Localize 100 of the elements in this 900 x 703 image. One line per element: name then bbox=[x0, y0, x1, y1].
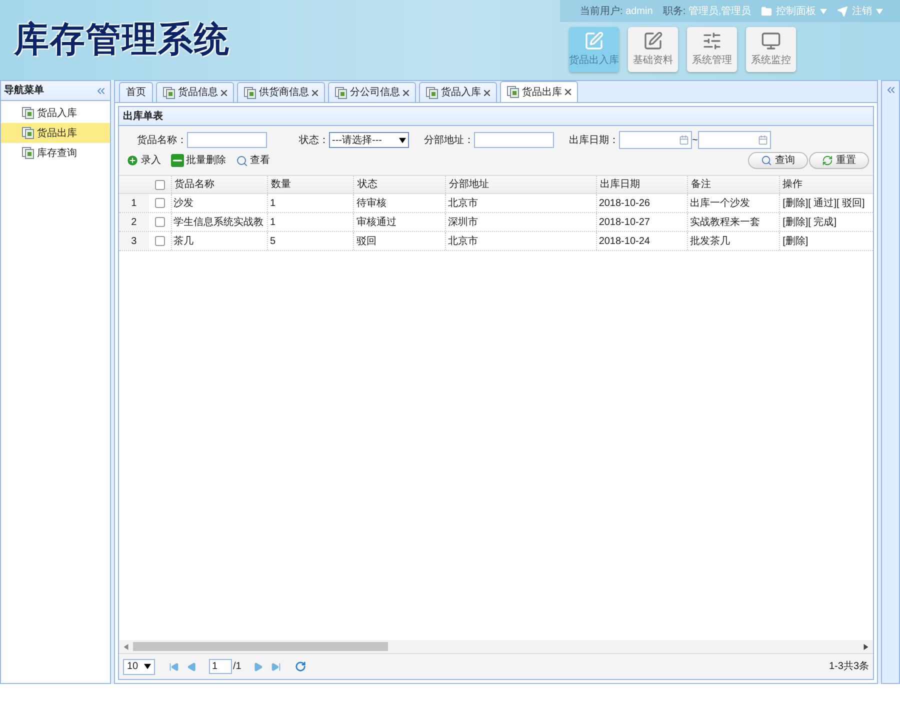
tab[interactable]: 货品入库 bbox=[419, 82, 497, 102]
close-icon[interactable] bbox=[403, 90, 409, 96]
action-link[interactable]: [删除] bbox=[782, 196, 808, 210]
left-arrow-icon bbox=[123, 644, 129, 650]
nav-button[interactable]: 基础资料 bbox=[628, 27, 678, 72]
table-cell-text: 待审核 bbox=[356, 196, 386, 210]
tab[interactable]: 分公司信息 bbox=[328, 82, 416, 102]
send-icon bbox=[837, 6, 848, 16]
checkbox[interactable] bbox=[154, 236, 165, 246]
right-arrow-icon bbox=[863, 644, 869, 650]
column-header[interactable]: 备注 bbox=[691, 177, 712, 192]
table-cell-text: 2018-10-27 bbox=[598, 216, 650, 230]
name-field[interactable] bbox=[187, 132, 267, 148]
close-icon[interactable] bbox=[484, 90, 490, 96]
status-select[interactable]: ---请选择--- bbox=[329, 132, 409, 148]
nav-button[interactable]: 系统管理 bbox=[687, 27, 737, 72]
page-count: /1 bbox=[233, 660, 242, 674]
checkbox[interactable] bbox=[154, 217, 165, 227]
table-cell-text: 学生信息系统实战教 bbox=[174, 216, 264, 230]
table-cell-text: 出库一个沙发 bbox=[690, 196, 750, 210]
document-icon bbox=[426, 86, 438, 98]
search-icon bbox=[761, 155, 772, 166]
horizontal-scrollbar[interactable] bbox=[119, 640, 873, 653]
table-cell-text: 1 bbox=[270, 196, 276, 210]
column-header[interactable]: 操作 bbox=[782, 177, 803, 192]
previous-page-icon[interactable] bbox=[187, 662, 197, 672]
table-cell-text: 批发茶几 bbox=[690, 234, 730, 248]
minus-icon bbox=[171, 154, 184, 167]
action-link[interactable]: [ 驳回] bbox=[836, 196, 865, 210]
role-text: 职务: 管理员,管理员 bbox=[662, 4, 752, 18]
page-size-select[interactable]: 10 bbox=[123, 658, 155, 674]
document-icon bbox=[335, 86, 347, 98]
field-label: 分部地址： bbox=[424, 134, 474, 148]
date-field[interactable] bbox=[619, 131, 692, 149]
document-icon bbox=[244, 86, 256, 98]
action-link[interactable]: [ 通过] bbox=[808, 196, 836, 210]
column-header[interactable]: 货品名称 bbox=[174, 177, 215, 192]
edit-icon bbox=[643, 31, 663, 51]
table-cell-text: 北京市 bbox=[448, 196, 478, 210]
sidebar-item[interactable]: 货品入库 bbox=[1, 103, 110, 123]
toolbar-button[interactable]: 查看 bbox=[236, 153, 270, 168]
current-user-text: 当前用户: admin bbox=[580, 4, 653, 18]
document-icon bbox=[163, 86, 175, 98]
last-page-icon[interactable] bbox=[271, 662, 282, 672]
calendar-icon bbox=[679, 135, 689, 145]
table-cell-text: 深圳市 bbox=[448, 216, 478, 230]
reset-button[interactable]: 重置 bbox=[809, 152, 869, 169]
table-cell-text: 驳回 bbox=[356, 234, 376, 248]
close-icon[interactable] bbox=[312, 90, 318, 96]
query-button[interactable]: 查询 bbox=[748, 152, 808, 169]
address-field[interactable] bbox=[474, 132, 554, 148]
search-icon bbox=[236, 154, 248, 166]
tab[interactable]: 货品信息 bbox=[156, 82, 234, 102]
field-label: 出库日期： bbox=[569, 134, 619, 148]
action-link[interactable]: [ 完成] bbox=[808, 214, 836, 230]
toolbar-button[interactable]: 批量删除 bbox=[171, 153, 226, 168]
caret-icon bbox=[144, 663, 151, 670]
column-header[interactable]: 数量 bbox=[271, 177, 291, 192]
field-label: 货品名称： bbox=[137, 134, 187, 148]
sidebar-item[interactable]: 库存查询 bbox=[1, 143, 110, 163]
nav-button[interactable]: 系统监控 bbox=[746, 27, 796, 72]
action-link[interactable]: [删除] bbox=[782, 214, 808, 230]
add-icon bbox=[126, 154, 139, 167]
table-cell-text: 2018-10-24 bbox=[598, 234, 650, 248]
toolbar-button[interactable]: 录入 bbox=[126, 153, 161, 168]
sliders-icon bbox=[702, 31, 722, 51]
caret-icon bbox=[399, 136, 406, 144]
app-title: 库存管理系统 bbox=[14, 18, 230, 61]
tab[interactable]: 货品出库 bbox=[500, 81, 578, 102]
document-icon bbox=[507, 86, 519, 98]
document-icon bbox=[22, 127, 34, 139]
sidebar-title: 导航菜单 bbox=[4, 83, 44, 98]
next-page-icon[interactable] bbox=[253, 662, 264, 672]
close-icon[interactable] bbox=[221, 90, 227, 96]
row-number: 1 bbox=[131, 196, 137, 210]
tab[interactable]: 首页 bbox=[119, 82, 153, 102]
date-field[interactable] bbox=[698, 131, 771, 149]
table-cell-text: 1 bbox=[270, 216, 276, 230]
folder-icon bbox=[761, 6, 772, 16]
checkbox[interactable] bbox=[154, 180, 165, 190]
page-field[interactable]: 1 bbox=[209, 659, 232, 674]
sidebar-item[interactable]: 货品出库 bbox=[1, 123, 110, 143]
action-link[interactable]: [删除] bbox=[782, 234, 808, 248]
column-header[interactable]: 分部地址 bbox=[448, 177, 489, 192]
table-cell-text: 5 bbox=[270, 234, 276, 248]
tab[interactable]: 供货商信息 bbox=[237, 82, 325, 102]
expand-icon[interactable] bbox=[884, 84, 896, 96]
edit-icon bbox=[584, 31, 604, 51]
first-page-icon[interactable] bbox=[169, 662, 179, 672]
caret-icon bbox=[820, 8, 828, 14]
column-header[interactable]: 状态 bbox=[357, 177, 378, 192]
close-icon[interactable] bbox=[565, 89, 571, 95]
refresh-icon[interactable] bbox=[295, 661, 306, 672]
field-label: 状态： bbox=[299, 134, 329, 148]
row-number: 3 bbox=[131, 234, 137, 248]
document-icon bbox=[22, 107, 34, 119]
column-header[interactable]: 出库日期 bbox=[600, 177, 640, 192]
checkbox[interactable] bbox=[154, 198, 165, 208]
date-separator: ~ bbox=[692, 134, 698, 148]
row-number: 2 bbox=[131, 216, 137, 230]
